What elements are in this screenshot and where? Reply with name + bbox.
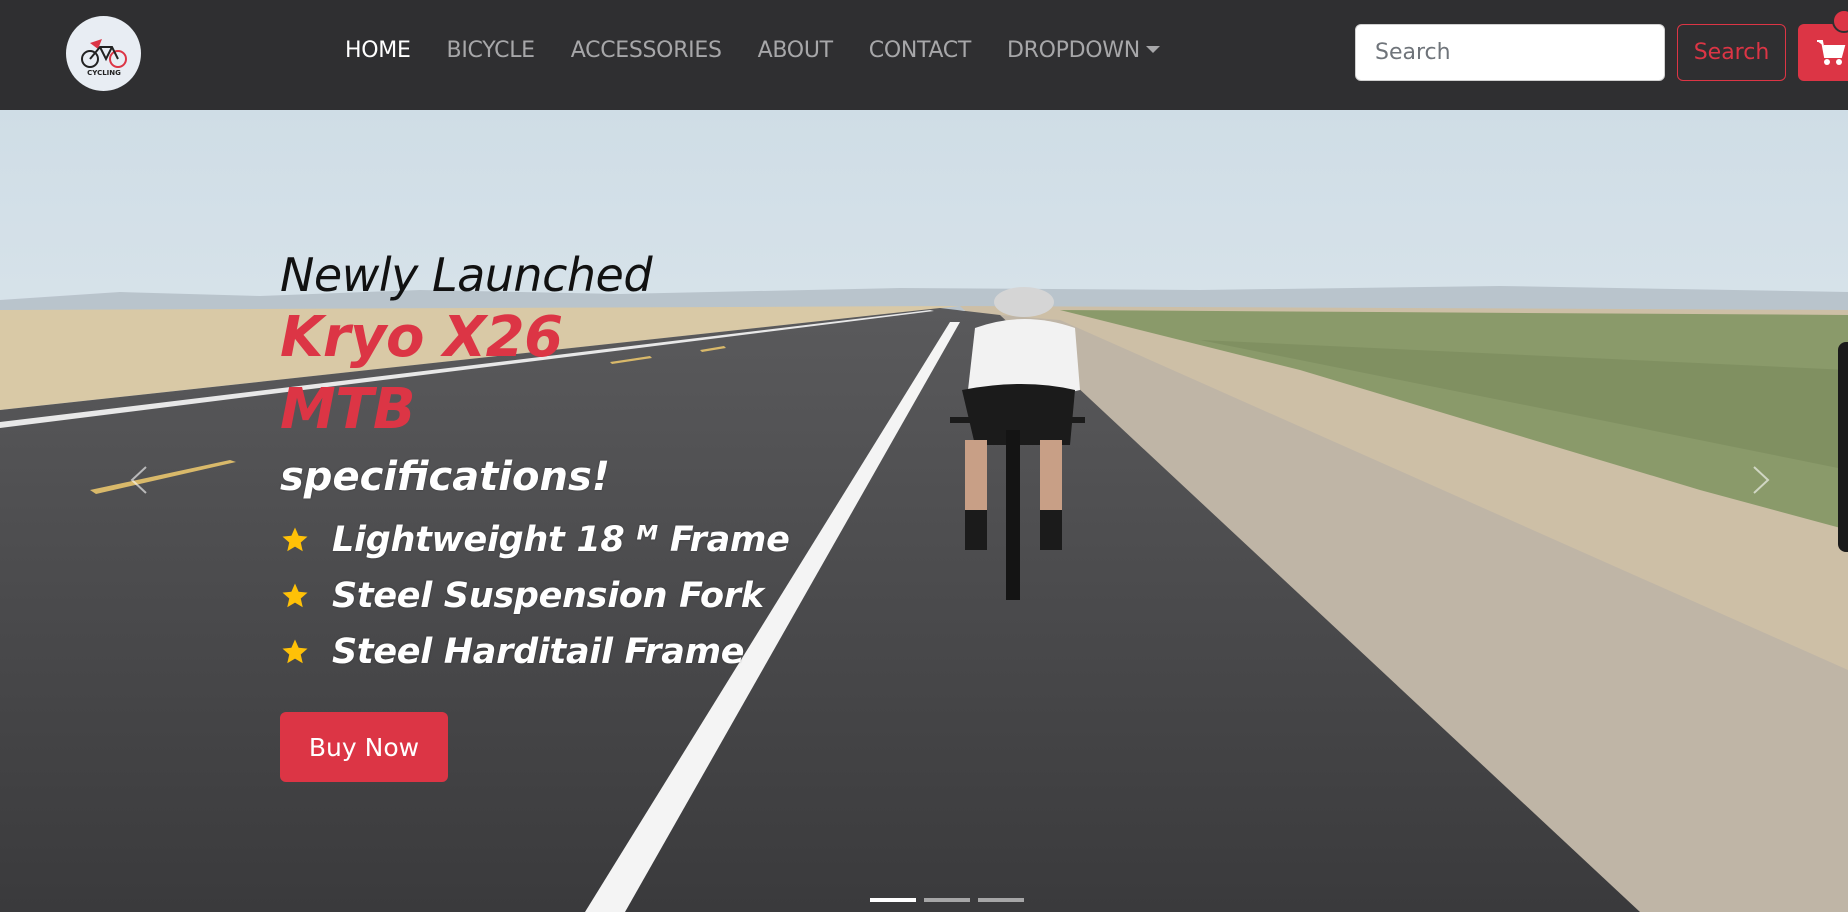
- hero-title-line1: Kryo X26: [280, 305, 563, 370]
- nav-links: HOME BICYCLE ACCESSORIES ABOUT CONTACT D…: [345, 38, 1196, 63]
- nav-dropdown-label: DROPDOWN: [1007, 38, 1140, 63]
- star-icon: [282, 639, 308, 664]
- feature-text: Lightweight 18 ᴹ Frame: [332, 520, 790, 560]
- star-icon: [282, 583, 308, 608]
- cart-icon: [1817, 40, 1846, 65]
- carousel-prev-button[interactable]: [118, 445, 158, 515]
- star-icon: [282, 527, 308, 552]
- carousel-next-button[interactable]: [1742, 445, 1782, 515]
- feature-item: Lightweight 18 ᴹ Frame: [280, 512, 790, 568]
- feature-text: Steel Harditail Frame: [332, 632, 745, 672]
- nav-home[interactable]: HOME: [345, 38, 411, 63]
- nav-about[interactable]: ABOUT: [758, 38, 833, 63]
- carousel-indicators: [870, 898, 1024, 902]
- caret-down-icon: [1145, 46, 1160, 53]
- logo-text: CYCLING: [87, 69, 121, 77]
- nav-dropdown[interactable]: DROPDOWN: [1007, 38, 1160, 63]
- nav-accessories[interactable]: ACCESSORIES: [571, 38, 722, 63]
- hero-caption: Newly Launched Kryo X26 MTB specificatio…: [280, 248, 790, 782]
- side-tab[interactable]: [1838, 342, 1848, 552]
- bicycle-logo-icon: CYCLING: [80, 38, 127, 77]
- carousel-indicator-3[interactable]: [978, 898, 1024, 902]
- feature-list: Lightweight 18 ᴹ Frame Steel Suspension …: [280, 512, 790, 680]
- hero-title-line2: MTB: [280, 377, 416, 442]
- carousel-indicator-2[interactable]: [924, 898, 970, 902]
- search-button[interactable]: Search: [1677, 24, 1786, 81]
- navbar: CYCLING HOME BICYCLE ACCESSORIES ABOUT C…: [0, 0, 1848, 110]
- search-input[interactable]: [1355, 24, 1665, 81]
- hero-carousel: Newly Launched Kryo X26 MTB specificatio…: [0, 110, 1848, 912]
- hero-background-image: [0, 110, 1848, 912]
- chevron-left-icon: [130, 466, 147, 494]
- hero-specs-heading: specifications!: [280, 454, 611, 500]
- buy-now-button[interactable]: Buy Now: [280, 712, 448, 782]
- feature-item: Steel Harditail Frame: [280, 624, 790, 680]
- brand-logo[interactable]: CYCLING: [66, 16, 141, 91]
- hero-kicker: Newly Launched: [280, 248, 653, 302]
- feature-item: Steel Suspension Fork: [280, 568, 790, 624]
- chevron-right-icon: [1753, 466, 1770, 494]
- feature-text: Steel Suspension Fork: [332, 576, 764, 616]
- nav-contact[interactable]: CONTACT: [869, 38, 972, 63]
- carousel-indicator-1[interactable]: [870, 898, 916, 902]
- nav-bicycle[interactable]: BICYCLE: [447, 38, 536, 63]
